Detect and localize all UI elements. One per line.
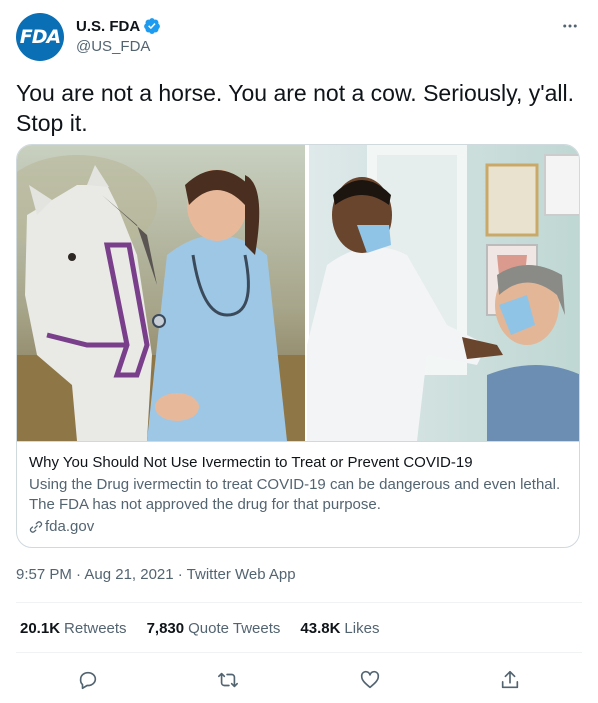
handle[interactable]: @US_FDA [76,38,161,55]
quote-tweets-stat[interactable]: 7,830 Quote Tweets [147,620,281,637]
divider [16,602,582,603]
retweet-icon[interactable] [216,668,240,692]
card-title[interactable]: Why You Should Not Use Ivermectin to Tre… [29,453,567,473]
retweets-stat[interactable]: 20.1K Retweets [20,620,127,637]
card-body: Why You Should Not Use Ivermectin to Tre… [17,441,579,537]
tweet-stats: 20.1K Retweets 7,830 Quote Tweets 43.8K … [20,620,399,637]
fda-logo: FDA [19,26,61,48]
likes-stat[interactable]: 43.8K Likes [300,620,379,637]
likes-label: Likes [344,620,380,637]
card-image [17,145,579,441]
tweet: FDA U.S. FDA @US_FDA You are not a horse… [0,0,598,703]
share-icon[interactable] [498,668,522,692]
link-icon [29,520,43,534]
card-domain-row: fda.gov [29,517,567,537]
tweet-text: You are not a horse. You are not a cow. … [16,80,575,136]
quote-tweets-label: Quote Tweets [188,620,281,637]
card-description: Using the Drug ivermectin to treat COVID… [29,476,561,513]
avatar[interactable]: FDA [16,13,64,61]
author-block: U.S. FDA @US_FDA [76,16,161,55]
retweets-count: 20.1K [20,620,61,637]
link-card[interactable]: Why You Should Not Use Ivermectin to Tre… [16,144,580,548]
reply-icon[interactable] [76,668,100,692]
tweet-actions [16,664,582,696]
display-name[interactable]: U.S. FDA [76,18,140,35]
verified-badge-icon [143,17,161,35]
display-name-row: U.S. FDA [76,16,161,36]
more-horizontal-icon[interactable] [558,14,582,38]
card-domain: fda.gov [45,518,95,535]
retweets-label: Retweets [64,620,127,637]
likes-count: 43.8K [300,620,341,637]
quote-tweets-count: 7,830 [146,620,185,637]
tweet-timestamp[interactable]: 9:57 PM · Aug 21, 2021 · Twitter Web App [16,566,296,583]
like-icon[interactable] [358,668,382,692]
divider [16,652,582,653]
